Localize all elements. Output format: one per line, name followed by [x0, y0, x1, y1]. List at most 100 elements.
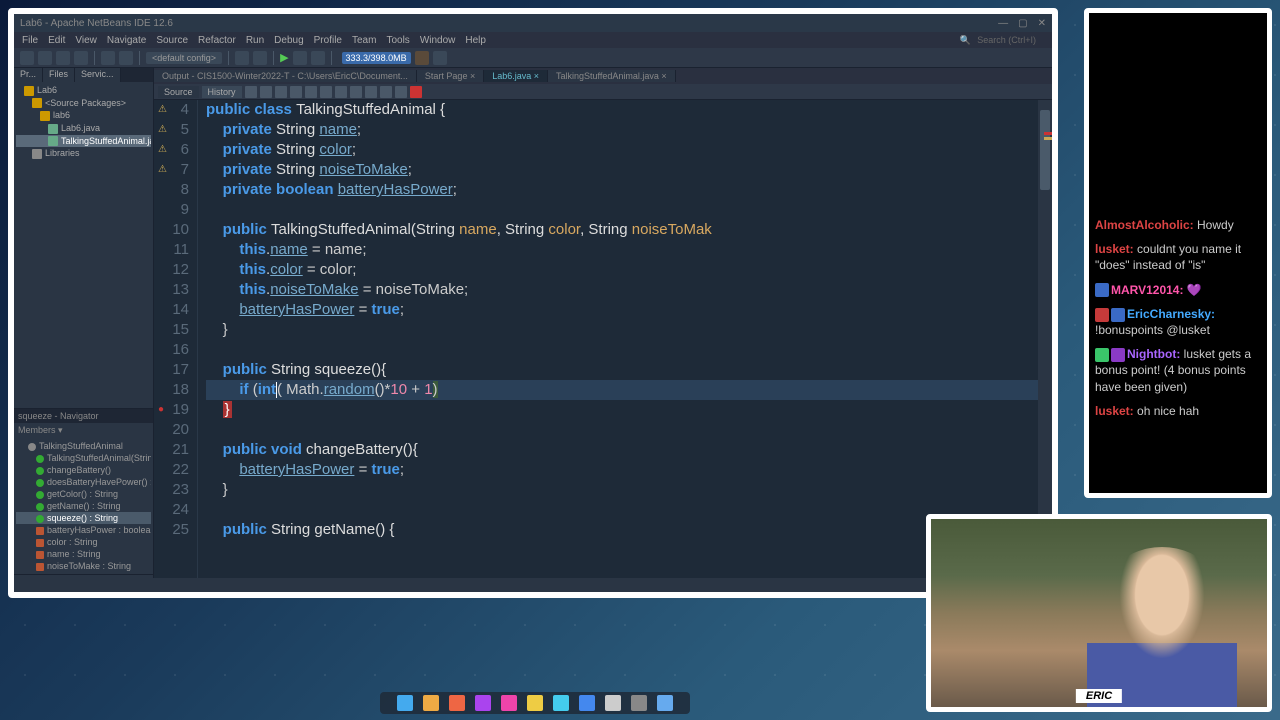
tab-services[interactable]: Servic... — [75, 68, 121, 82]
code-editor[interactable]: 45678910111213141516171819202122232425 p… — [154, 100, 1052, 592]
chat-username[interactable]: EricCharnesky: — [1127, 307, 1215, 321]
menu-team[interactable]: Team — [348, 35, 380, 46]
menu-debug[interactable]: Debug — [270, 35, 307, 46]
new-project-button[interactable] — [38, 51, 52, 65]
taskbar-app-icon[interactable] — [553, 695, 569, 711]
code-line[interactable]: batteryHasPower = true; — [206, 300, 1052, 320]
line-number[interactable]: 16 — [154, 340, 189, 360]
new-file-button[interactable] — [20, 51, 34, 65]
line-number[interactable]: 15 — [154, 320, 189, 340]
code-line[interactable] — [206, 420, 1052, 440]
code-content[interactable]: public class TalkingStuffedAnimal { priv… — [198, 100, 1052, 592]
code-line[interactable]: public String squeeze(){ — [206, 360, 1052, 380]
chat-username[interactable]: Nightbot: — [1127, 347, 1180, 361]
line-number[interactable]: 12 — [154, 260, 189, 280]
back-icon[interactable] — [245, 86, 257, 98]
line-number[interactable]: 22 — [154, 460, 189, 480]
nav-item[interactable]: changeBattery() — [16, 464, 151, 476]
code-line[interactable]: } — [206, 400, 1052, 420]
open-button[interactable] — [56, 51, 70, 65]
code-line[interactable]: private String color; — [206, 140, 1052, 160]
twitch-chat[interactable]: AlmostAlcoholic: Howdylusket: couldnt yo… — [1084, 8, 1272, 498]
code-line[interactable]: batteryHasPower = true; — [206, 460, 1052, 480]
profile-button[interactable] — [311, 51, 325, 65]
build-button[interactable] — [235, 51, 249, 65]
editor-tab[interactable]: TalkingStuffedAnimal.java × — [548, 70, 676, 82]
project-tree[interactable]: Lab6 <Source Packages> lab6 Lab6.java Ta… — [14, 82, 153, 408]
menu-refactor[interactable]: Refactor — [194, 35, 240, 46]
line-number[interactable]: 25 — [154, 520, 189, 540]
code-line[interactable]: private String noiseToMake; — [206, 160, 1052, 180]
menu-navigate[interactable]: Navigate — [103, 35, 150, 46]
save-all-button[interactable] — [74, 51, 88, 65]
line-number[interactable]: 6 — [154, 140, 189, 160]
line-number[interactable]: 24 — [154, 500, 189, 520]
close-button[interactable]: ✕ — [1038, 18, 1046, 29]
nav-item[interactable]: batteryHasPower : boolean — [16, 524, 151, 536]
menu-profile[interactable]: Profile — [310, 35, 346, 46]
tree-libraries[interactable]: Libraries — [16, 147, 151, 160]
taskbar-app-icon[interactable] — [501, 695, 517, 711]
chat-username[interactable]: lusket: — [1095, 242, 1134, 256]
taskbar-app-icon[interactable] — [657, 695, 673, 711]
menu-view[interactable]: View — [71, 35, 101, 46]
line-number[interactable]: 9 — [154, 200, 189, 220]
menu-run[interactable]: Run — [242, 35, 268, 46]
taskbar-app-icon[interactable] — [423, 695, 439, 711]
line-number[interactable]: 14 — [154, 300, 189, 320]
tree-source-packages[interactable]: <Source Packages> — [16, 97, 151, 110]
nav-item[interactable]: noiseToMake : String — [16, 560, 151, 572]
tree-project-root[interactable]: Lab6 — [16, 84, 151, 97]
history-tab[interactable]: History — [202, 86, 242, 98]
refresh-button[interactable] — [433, 51, 447, 65]
code-line[interactable]: this.name = name; — [206, 240, 1052, 260]
line-number[interactable]: 7 — [154, 160, 189, 180]
tb-icon[interactable] — [395, 86, 407, 98]
nav-item[interactable]: TalkingStuffedAnimal(String n — [16, 452, 151, 464]
tree-file-talkingstuffedanimal[interactable]: TalkingStuffedAnimal.java — [16, 135, 151, 148]
code-line[interactable]: public TalkingStuffedAnimal(String name,… — [206, 220, 1052, 240]
line-number[interactable]: 13 — [154, 280, 189, 300]
menu-window[interactable]: Window — [416, 35, 460, 46]
horizontal-scrollbar[interactable]: ⬤ ⌖ ⌄ — [14, 578, 1038, 592]
code-line[interactable]: this.noiseToMake = noiseToMake; — [206, 280, 1052, 300]
nav-class[interactable]: TalkingStuffedAnimal — [16, 440, 151, 452]
line-number[interactable]: 21 — [154, 440, 189, 460]
error-stripe[interactable] — [1044, 132, 1052, 560]
code-line[interactable]: private String name; — [206, 120, 1052, 140]
code-line[interactable]: if (int( Math.random()*10 + 1) — [206, 380, 1052, 400]
code-line[interactable] — [206, 340, 1052, 360]
line-number[interactable]: 17 — [154, 360, 189, 380]
code-line[interactable]: } — [206, 320, 1052, 340]
tb-icon[interactable] — [320, 86, 332, 98]
clean-build-button[interactable] — [253, 51, 267, 65]
maximize-button[interactable]: ▢ — [1018, 18, 1027, 29]
code-line[interactable]: } — [206, 480, 1052, 500]
memory-indicator[interactable]: 333.3/398.0MB — [342, 52, 411, 64]
nav-item[interactable]: getName() : String — [16, 500, 151, 512]
line-number[interactable]: 20 — [154, 420, 189, 440]
taskbar-app-icon[interactable] — [527, 695, 543, 711]
nav-item[interactable]: color : String — [16, 536, 151, 548]
nav-item[interactable]: getColor() : String — [16, 488, 151, 500]
taskbar-app-icon[interactable] — [579, 695, 595, 711]
code-line[interactable]: this.color = color; — [206, 260, 1052, 280]
line-number[interactable]: 10 — [154, 220, 189, 240]
line-number[interactable]: 8 — [154, 180, 189, 200]
tb-icon[interactable] — [410, 86, 422, 98]
menu-file[interactable]: File — [18, 35, 42, 46]
error-mark[interactable] — [1044, 132, 1052, 135]
code-line[interactable] — [206, 200, 1052, 220]
nav-item[interactable]: squeeze() : String — [16, 512, 151, 524]
navigator-filter[interactable]: Members ▾ — [14, 423, 153, 438]
menu-tools[interactable]: Tools — [382, 35, 413, 46]
code-line[interactable]: public class TalkingStuffedAnimal { — [206, 100, 1052, 120]
chat-username[interactable]: lusket: — [1095, 404, 1134, 418]
menu-edit[interactable]: Edit — [44, 35, 69, 46]
taskbar-app-icon[interactable] — [397, 695, 413, 711]
taskbar-app-icon[interactable] — [449, 695, 465, 711]
tb-icon[interactable] — [380, 86, 392, 98]
tb-icon[interactable] — [275, 86, 287, 98]
tb-icon[interactable] — [365, 86, 377, 98]
minimize-button[interactable]: — — [998, 18, 1008, 29]
